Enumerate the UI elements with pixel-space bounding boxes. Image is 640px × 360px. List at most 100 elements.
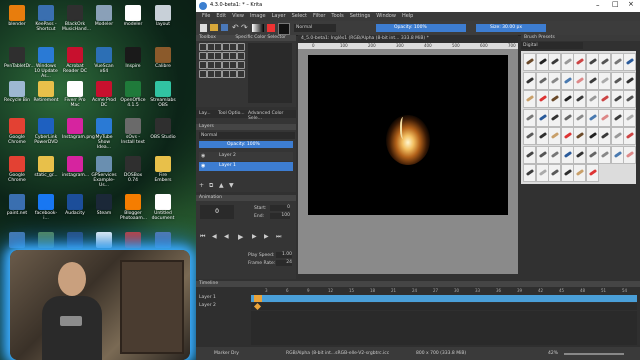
eye-icon[interactable]: ◉ bbox=[201, 153, 205, 159]
desktop-icon[interactable]: OpenOffice 4.1.5 bbox=[120, 81, 146, 108]
brush-preset-item[interactable] bbox=[535, 127, 549, 145]
play-speed-field[interactable]: 1.00 bbox=[276, 252, 292, 258]
brush-preset-item[interactable] bbox=[560, 127, 574, 145]
brush-preset-item[interactable] bbox=[535, 108, 549, 127]
desktop-icon[interactable]: Acrobat Reader DC bbox=[62, 47, 88, 74]
desktop-icon[interactable]: Acme Prod DC bbox=[91, 81, 117, 108]
brush-preset-item[interactable] bbox=[573, 53, 586, 71]
next-keyframe-icon[interactable]: ▶ bbox=[264, 233, 269, 240]
fill-tool-icon[interactable] bbox=[229, 52, 237, 60]
brush-preset-item[interactable] bbox=[560, 90, 574, 108]
tab-layers[interactable]: Lay... bbox=[199, 111, 211, 116]
menu-view[interactable]: View bbox=[232, 12, 244, 21]
maximize-button[interactable]: □ bbox=[612, 0, 619, 8]
zoom-tool-icon[interactable] bbox=[229, 61, 237, 69]
frame-rate-field[interactable]: 24 bbox=[276, 260, 292, 266]
desktop-icon[interactable] bbox=[4, 232, 30, 249]
brush-preset-item[interactable] bbox=[548, 127, 561, 145]
rectangle-tool-icon[interactable] bbox=[229, 43, 237, 51]
desktop-icon[interactable]: Untitled document bbox=[150, 194, 176, 221]
first-frame-icon[interactable]: ⏮ bbox=[200, 233, 205, 241]
frame-counter[interactable]: 0 bbox=[200, 205, 234, 219]
desktop-icon[interactable] bbox=[33, 232, 59, 249]
select-tool-icon[interactable] bbox=[199, 43, 207, 51]
brush-preset-button[interactable] bbox=[278, 23, 290, 35]
gradient-swatch[interactable] bbox=[252, 24, 264, 32]
desktop-icon[interactable]: MyTube Show Idea... bbox=[91, 118, 117, 150]
desktop-icon[interactable]: blender bbox=[4, 5, 30, 27]
brush-preset-item[interactable] bbox=[623, 108, 636, 127]
desktop-icon[interactable]: paint.net bbox=[4, 194, 30, 216]
brush-preset-item[interactable] bbox=[548, 53, 561, 71]
desktop-icon[interactable]: Fire Embers bbox=[150, 156, 176, 183]
menu-help[interactable]: Help bbox=[402, 12, 413, 21]
desktop-icon[interactable]: Google Chrome bbox=[4, 118, 30, 145]
brush-preset-item[interactable] bbox=[585, 164, 599, 182]
polygon-tool-icon[interactable] bbox=[199, 52, 207, 60]
desktop-icon[interactable]: instagram... bbox=[62, 156, 89, 178]
eye-icon[interactable]: ◉ bbox=[201, 163, 205, 169]
menu-select[interactable]: Select bbox=[292, 12, 307, 21]
desktop-icon[interactable]: PenTabletDr... bbox=[4, 47, 35, 69]
color-selector-area[interactable] bbox=[248, 43, 292, 103]
brush-tool-icon[interactable] bbox=[214, 43, 222, 51]
brush-preset-item[interactable] bbox=[523, 127, 536, 145]
prev-keyframe-icon[interactable]: ◀ bbox=[212, 233, 217, 240]
desktop-icon[interactable] bbox=[91, 232, 117, 249]
menu-file[interactable]: File bbox=[202, 12, 210, 21]
last-frame-icon[interactable]: ⏭ bbox=[276, 233, 281, 241]
brush-preset-item[interactable] bbox=[560, 71, 574, 90]
brush-preset-item[interactable] bbox=[623, 145, 636, 164]
desktop-icon[interactable]: Modeler bbox=[91, 5, 117, 27]
layer-opacity-slider[interactable]: Opacity: 100% bbox=[199, 141, 293, 148]
desktop-icon[interactable]: Recycle Bin bbox=[4, 81, 30, 103]
desktop-icon[interactable]: BlackOrk MusicHand... bbox=[62, 5, 91, 32]
desktop-icon[interactable]: Fiverr Pro Mac bbox=[62, 81, 88, 108]
desktop-icon[interactable]: GPServices Example-Us... bbox=[91, 156, 117, 188]
desktop-icon[interactable]: OBS Studio bbox=[150, 118, 176, 140]
brush-preset-item[interactable] bbox=[523, 145, 536, 164]
brush-preset-item[interactable] bbox=[610, 53, 624, 71]
brush-preset-item[interactable] bbox=[610, 108, 624, 127]
menu-image[interactable]: Image bbox=[250, 12, 266, 21]
brush-preset-item[interactable] bbox=[523, 53, 536, 71]
move-up-icon[interactable]: ▲ bbox=[219, 182, 224, 189]
end-field[interactable]: 100 bbox=[270, 213, 290, 219]
tab-tool-options[interactable]: Tool Optio... bbox=[218, 111, 245, 116]
opacity-slider[interactable]: Opacity: 100% bbox=[376, 24, 466, 32]
new-document-icon[interactable] bbox=[200, 24, 207, 32]
save-icon[interactable] bbox=[221, 24, 228, 31]
document-tab[interactable]: 4_5.0-beta1: Inglès1 (RGB/Alpha (8-bit i… bbox=[298, 35, 518, 43]
prev-frame-icon[interactable]: ◀ bbox=[224, 233, 229, 240]
brush-preset-item[interactable] bbox=[560, 53, 574, 71]
desktop-icon[interactable]: Calibre bbox=[150, 47, 176, 69]
brush-preset-item[interactable] bbox=[610, 90, 624, 108]
desktop-icon[interactable]: VueScan x64 bbox=[91, 47, 117, 74]
redo-icon[interactable]: ↷ bbox=[241, 23, 248, 32]
desktop-icon[interactable] bbox=[62, 232, 88, 249]
brush-preset-item[interactable] bbox=[585, 108, 599, 127]
brush-preset-item[interactable] bbox=[535, 164, 549, 182]
menu-edit[interactable]: Edit bbox=[216, 12, 226, 21]
brush-preset-item[interactable] bbox=[535, 71, 549, 90]
undo-icon[interactable]: ↶ bbox=[232, 23, 239, 32]
layer-row[interactable]: ◉ Layer 2 bbox=[199, 152, 293, 161]
measure-tool-icon[interactable] bbox=[236, 70, 245, 78]
timeline-frames-layer2[interactable] bbox=[251, 303, 637, 310]
brush-preset-item[interactable] bbox=[610, 145, 624, 164]
open-document-icon[interactable] bbox=[210, 24, 218, 31]
desktop-icon[interactable]: modeler bbox=[120, 5, 146, 27]
brush-preset-item[interactable] bbox=[535, 145, 549, 164]
brush-preset-item[interactable] bbox=[548, 164, 561, 182]
zoom-status[interactable]: 42% bbox=[548, 351, 558, 356]
brush-preset-item[interactable] bbox=[523, 71, 536, 90]
desktop-icon[interactable]: Inspire bbox=[120, 47, 146, 69]
brush-preset-item[interactable] bbox=[623, 71, 636, 90]
menu-tools[interactable]: Tools bbox=[331, 12, 343, 21]
minimize-button[interactable]: – bbox=[596, 1, 600, 9]
timeline-layer-row[interactable]: Layer 1 bbox=[196, 295, 640, 302]
brush-preset-item[interactable] bbox=[535, 90, 549, 108]
duplicate-layer-icon[interactable]: ⧉ bbox=[209, 182, 213, 190]
desktop-icon[interactable]: sOvs - Install text bbox=[120, 118, 146, 145]
desktop-icon[interactable]: Steam bbox=[91, 194, 117, 216]
